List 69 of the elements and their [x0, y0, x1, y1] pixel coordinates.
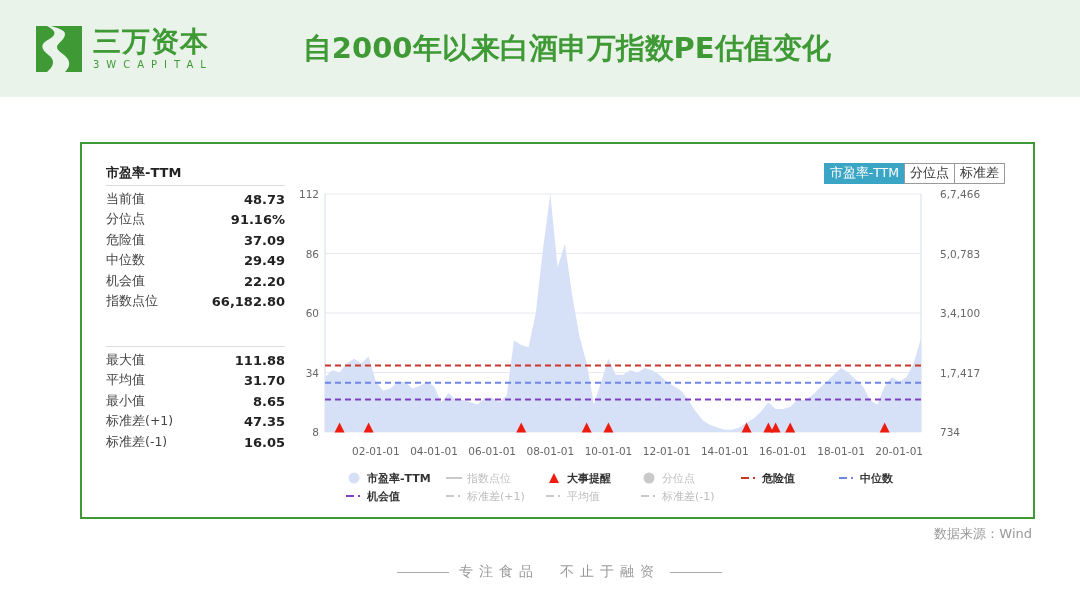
event-marker — [879, 422, 890, 433]
event-marker — [363, 422, 374, 433]
legend-label[interactable]: 市盈率-TTM — [367, 470, 431, 486]
legend-label[interactable]: 中位数 — [860, 470, 893, 486]
stat-value: 31.70 — [243, 373, 285, 389]
stat-value: 8.65 — [252, 393, 285, 409]
x-tick-label: 10-01-01 — [584, 445, 633, 457]
event-marker — [516, 422, 527, 433]
x-tick-label: 12-01-01 — [642, 445, 691, 457]
stat-value: 48.73 — [243, 191, 285, 207]
event-marker — [581, 422, 592, 433]
stat-label: 最大值 — [106, 351, 145, 369]
brand-name: 三万资本 — [93, 25, 210, 58]
stat-label: 最小值 — [106, 392, 145, 410]
x-tick-label: 16-01-01 — [759, 445, 807, 457]
stat-value: 47.35 — [243, 414, 285, 430]
event-marker — [770, 422, 781, 433]
event-marker — [334, 422, 345, 433]
stat-value: 29.49 — [243, 253, 285, 269]
stat-label: 平均值 — [106, 372, 145, 390]
legend-label[interactable]: 危险值 — [762, 470, 795, 486]
y-tick-label: 734 — [940, 426, 961, 438]
y-tick-label: 112 — [298, 188, 319, 200]
brand-subtitle: 3WCAPITAL — [93, 57, 213, 72]
slogan: 专注食品 不止于融资 — [459, 563, 660, 581]
x-tick-label: 04-01-01 — [410, 445, 458, 457]
stat-label: 机会值 — [106, 272, 145, 290]
legend-label[interactable]: 大事提醒 — [567, 470, 611, 486]
chart-tab[interactable]: 标准差 — [954, 163, 1005, 184]
y-tick-label: 6,7,466 — [940, 188, 981, 200]
y-tick-label: 3,4,100 — [940, 307, 981, 319]
y-tick-label: 5,0,783 — [940, 247, 981, 260]
x-tick-label: 20-01-01 — [875, 445, 924, 457]
x-tick-label: 18-01-01 — [817, 445, 865, 457]
stat-label: 当前值 — [106, 190, 145, 208]
event-marker — [741, 422, 752, 433]
y-tick-label: 34 — [305, 366, 319, 379]
stat-value: 111.88 — [234, 352, 285, 368]
stat-value: 91.16% — [230, 212, 285, 228]
logo-icon — [35, 24, 83, 73]
stat-label: 危险值 — [106, 231, 145, 249]
stats-title: 市盈率-TTM — [106, 165, 285, 186]
y-tick-label: 1,7,417 — [940, 366, 981, 379]
circle-icon[interactable] — [641, 472, 657, 484]
stat-label: 标准差(-1) — [106, 433, 168, 451]
stat-label: 标准差(+1) — [106, 413, 174, 431]
source-note: 数据来源：Wind — [933, 525, 1032, 543]
y-tick-label: 60 — [305, 307, 319, 319]
x-tick-label: 08-01-01 — [526, 445, 575, 457]
y-tick-label: 86 — [305, 247, 319, 260]
chart-tab[interactable]: 分位点 — [904, 163, 955, 184]
y-tick-label: 8 — [312, 426, 319, 438]
event-marker — [603, 422, 614, 433]
circle-icon[interactable] — [346, 472, 362, 484]
event-marker — [785, 422, 796, 433]
page-title: 自2000年以来白酒申万指数PE估值变化 — [302, 29, 831, 67]
x-tick-label: 02-01-01 — [352, 445, 400, 457]
event-marker — [763, 422, 774, 433]
legend-label[interactable]: 机会值 — [367, 488, 400, 504]
stat-value: 16.05 — [243, 434, 285, 450]
stat-label: 指数点位 — [106, 293, 158, 311]
stat-value: 22.20 — [243, 273, 285, 289]
stat-value: 37.09 — [243, 232, 285, 248]
stat-label: 分位点 — [106, 211, 145, 229]
triangle-icon[interactable] — [546, 472, 562, 484]
stat-value: 66,182.80 — [211, 294, 285, 310]
stat-label: 中位数 — [106, 252, 145, 270]
x-tick-label: 06-01-01 — [468, 445, 516, 457]
x-tick-label: 14-01-01 — [700, 445, 749, 457]
